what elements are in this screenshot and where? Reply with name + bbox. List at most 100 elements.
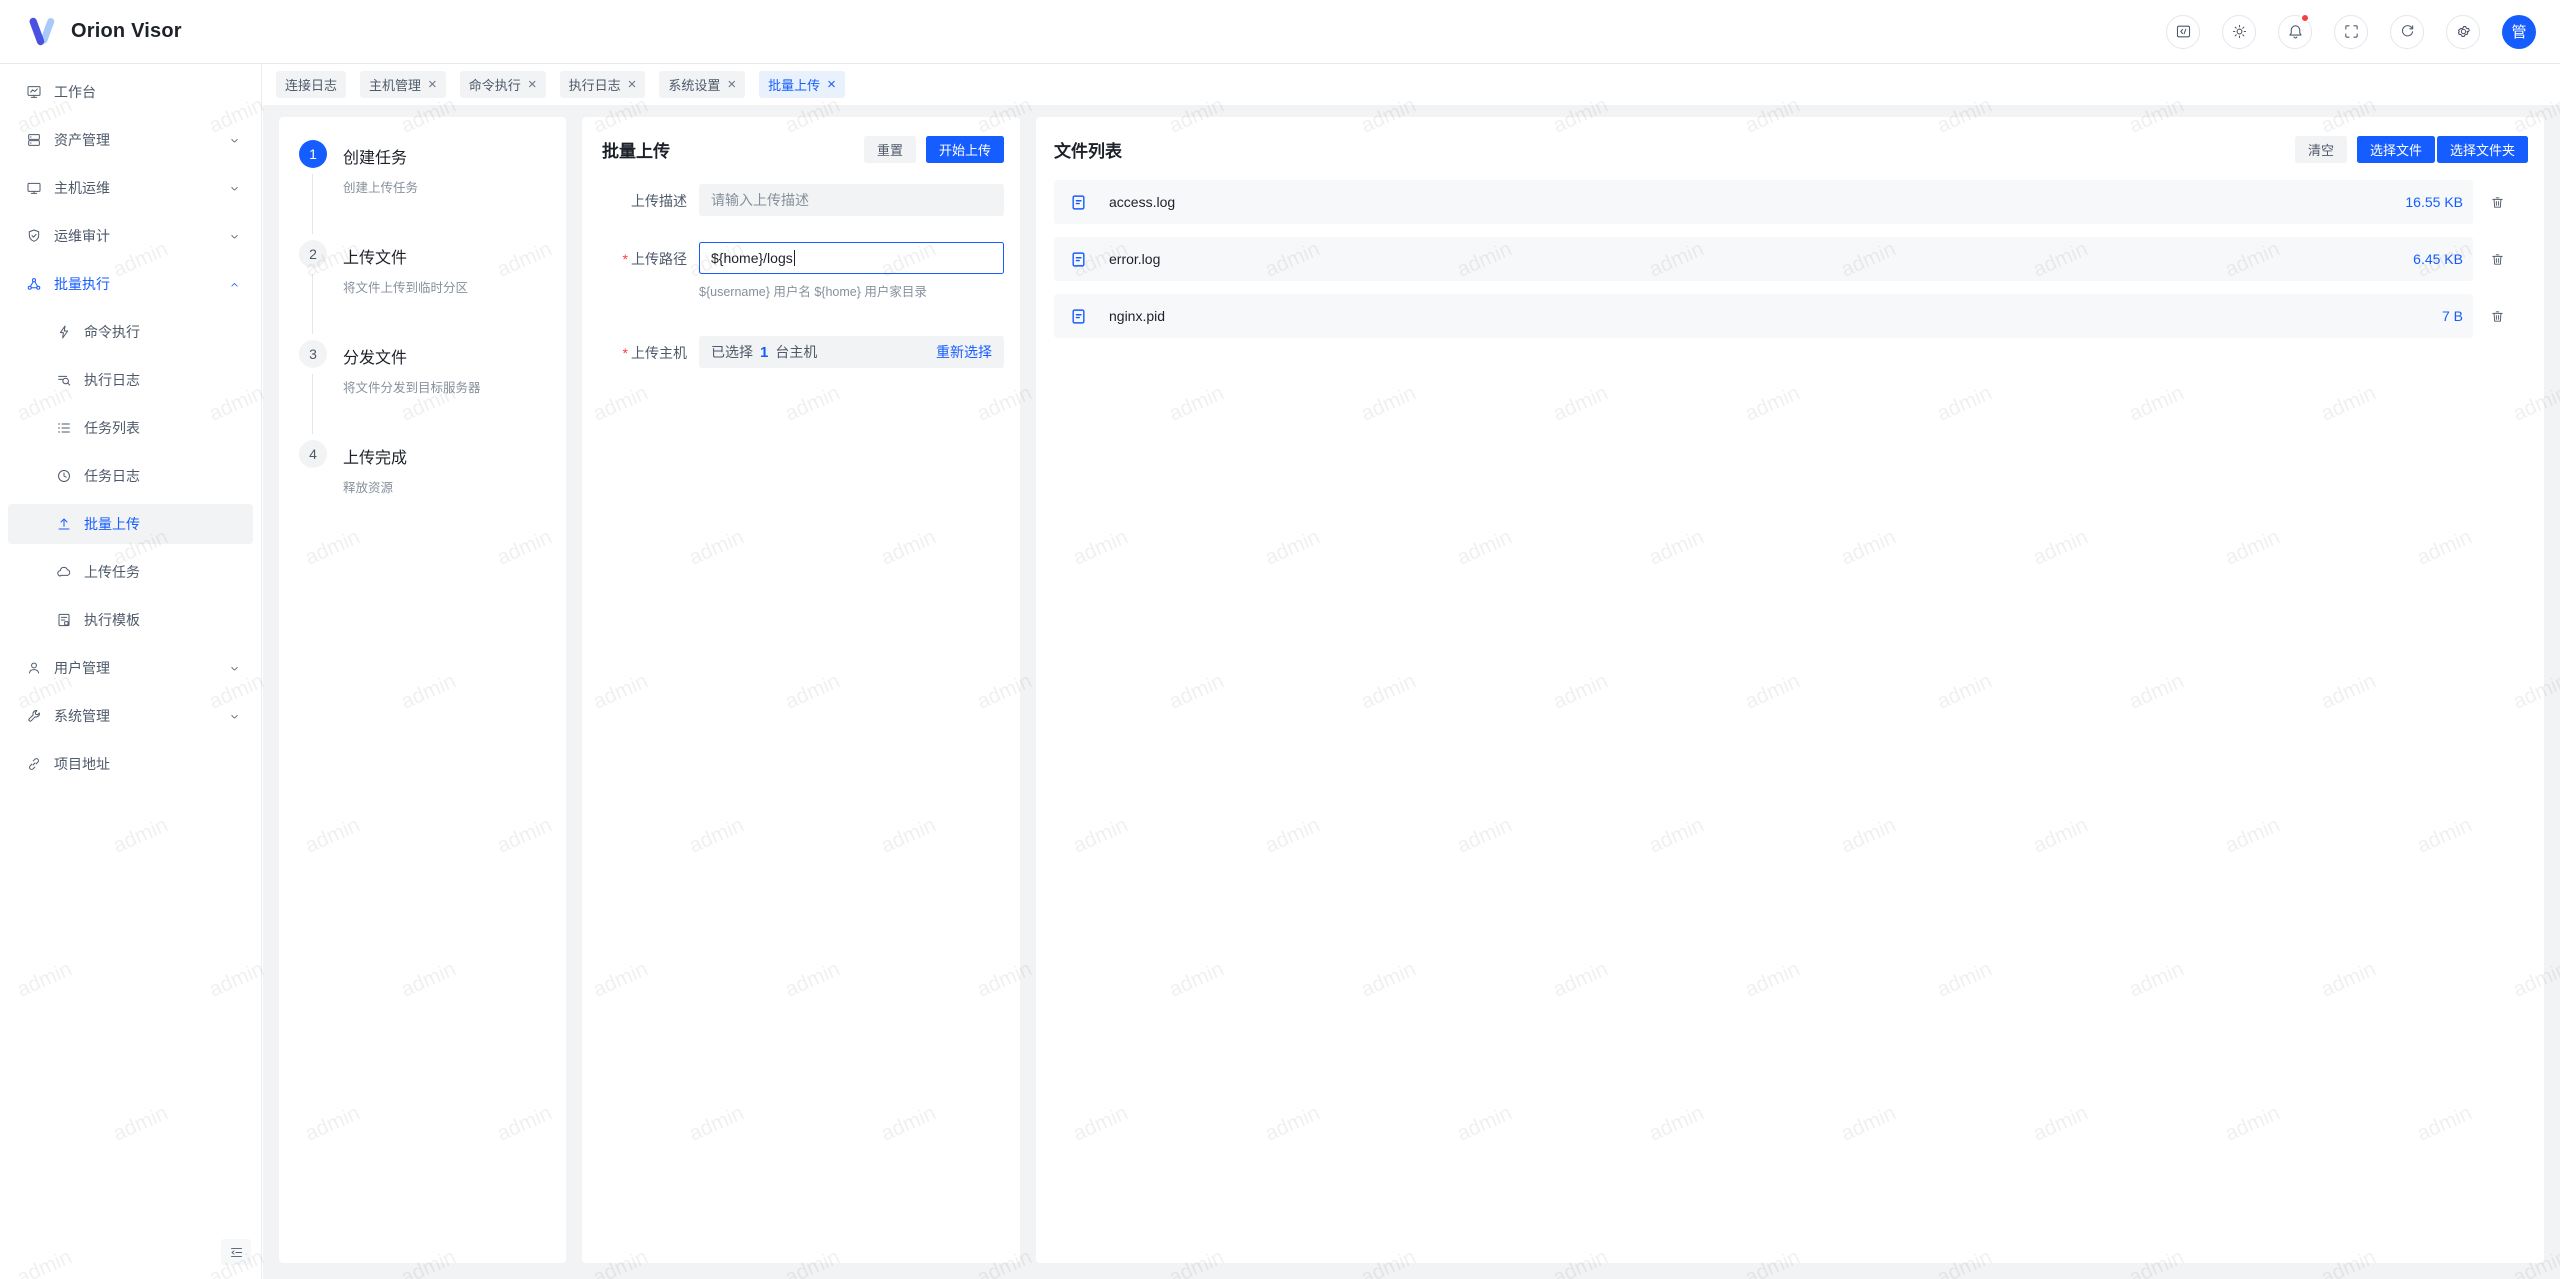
sidebar-item-task-list[interactable]: 任务列表 — [8, 408, 253, 448]
sidebar-item-label: 资产管理 — [54, 130, 228, 150]
tab-exec-log[interactable]: 执行日志 × — [560, 71, 646, 98]
tab-label: 连接日志 — [285, 75, 337, 94]
delete-file-button[interactable] — [2482, 301, 2512, 331]
sidebar-item-label: 命令执行 — [84, 322, 241, 342]
tab-connection-log[interactable]: 连接日志 — [276, 71, 346, 98]
file-icon — [1070, 308, 1087, 325]
project-link-icon — [26, 756, 42, 772]
brand-logo-icon — [24, 14, 60, 50]
step-connector — [312, 374, 313, 434]
start-upload-button[interactable]: 开始上传 — [926, 136, 1004, 163]
sidebar-item-batch-upload[interactable]: 批量上传 — [8, 504, 253, 544]
tab-host-mgmt[interactable]: 主机管理 × — [360, 71, 446, 98]
theme-toggle-button[interactable] — [2222, 15, 2256, 49]
fullscreen-button[interactable] — [2334, 15, 2368, 49]
app-title: Orion Visor — [71, 20, 182, 43]
step-connector — [312, 174, 313, 234]
sidebar-item-label: 项目地址 — [54, 754, 241, 774]
command-exec-lightning-icon — [56, 324, 72, 340]
upload-desc-input[interactable] — [699, 184, 1004, 216]
notification-badge-dot — [2300, 13, 2310, 23]
sidebar-item-batch-exec[interactable]: 批量执行 — [8, 264, 253, 304]
hosts-selected-suffix: 台主机 — [775, 342, 817, 362]
assets-icon — [26, 132, 42, 148]
sidebar-item-label: 执行日志 — [84, 370, 241, 390]
sidebar-item-system-mgmt[interactable]: 系统管理 — [8, 696, 253, 736]
user-avatar[interactable]: 管 — [2502, 15, 2536, 49]
sidebar-item-workbench[interactable]: 工作台 — [8, 72, 253, 112]
selected-hosts-box: 已选择 1 台主机 重新选择 — [699, 336, 1004, 368]
code-window-button[interactable] — [2166, 15, 2200, 49]
tab-close-icon[interactable]: × — [528, 77, 537, 92]
task-log-clock-icon — [56, 468, 72, 484]
tab-close-icon[interactable]: × — [628, 77, 637, 92]
file-icon — [1070, 194, 1087, 211]
trash-icon — [2490, 252, 2505, 267]
chevron-up-icon — [228, 278, 241, 291]
sidebar-collapse-button[interactable] — [221, 1239, 251, 1265]
panel-title: 批量上传 — [602, 137, 670, 162]
sidebar-item-ops-audit[interactable]: 运维审计 — [8, 216, 253, 256]
required-mark: * — [623, 345, 628, 361]
text-caret — [794, 250, 796, 266]
step-upload-complete: 4 上传完成 释放资源 — [299, 440, 546, 496]
delete-file-button[interactable] — [2482, 187, 2512, 217]
upload-path-label: *上传路径 — [602, 242, 687, 300]
settings-button[interactable] — [2446, 15, 2480, 49]
sidebar-item-exec-log[interactable]: 执行日志 — [8, 360, 253, 400]
upload-task-cloud-icon — [56, 564, 72, 580]
select-folder-button[interactable]: 选择文件夹 — [2437, 136, 2528, 163]
tab-batch-upload[interactable]: 批量上传 × — [759, 71, 845, 98]
file-size: 16.55 KB — [2405, 194, 2463, 210]
tab-command-exec[interactable]: 命令执行 × — [460, 71, 546, 98]
tab-close-icon[interactable]: × — [827, 77, 836, 92]
upload-desc-label: 上传描述 — [602, 184, 687, 216]
sidebar-item-label: 用户管理 — [54, 658, 228, 678]
sidebar-item-exec-template[interactable]: 执行模板 — [8, 600, 253, 640]
file-name: error.log — [1109, 251, 1160, 267]
upload-desc-row: 上传描述 — [602, 184, 1004, 216]
sidebar-item-project-link[interactable]: 项目地址 — [8, 744, 253, 784]
trash-icon — [2490, 195, 2505, 210]
upload-path-help: ${username} 用户名 ${home} 用户家目录 — [699, 281, 1004, 300]
main-content: 1 创建任务 创建上传任务 2 上传文件 将文件上传到临时分区 3 分发文件 将… — [263, 105, 2560, 1279]
tab-system-settings[interactable]: 系统设置 × — [659, 71, 745, 98]
step-number: 2 — [299, 240, 327, 268]
sidebar-item-label: 工作台 — [54, 82, 241, 102]
sidebar-item-command-exec[interactable]: 命令执行 — [8, 312, 253, 352]
reselect-hosts-link[interactable]: 重新选择 — [936, 342, 992, 362]
step-upload-files: 2 上传文件 将文件上传到临时分区 — [299, 240, 546, 340]
file-row-body: error.log 6.45 KB — [1054, 237, 2473, 281]
chevron-down-icon — [228, 134, 241, 147]
notifications-button[interactable] — [2278, 15, 2312, 49]
step-distribute-files: 3 分发文件 将文件分发到目标服务器 — [299, 340, 546, 440]
step-number: 1 — [299, 140, 327, 168]
sidebar-item-label: 批量执行 — [54, 274, 228, 294]
delete-file-button[interactable] — [2482, 244, 2512, 274]
sidebar-item-label: 任务列表 — [84, 418, 241, 438]
file-name: nginx.pid — [1109, 308, 1165, 324]
clear-files-button[interactable]: 清空 — [2295, 136, 2347, 163]
step-description: 创建上传任务 — [343, 177, 418, 196]
chevron-down-icon — [228, 230, 241, 243]
refresh-icon — [2399, 23, 2416, 40]
step-title: 分发文件 — [343, 344, 481, 368]
hosts-selected-count: 1 — [760, 344, 768, 361]
sidebar-item-upload-task[interactable]: 上传任务 — [8, 552, 253, 592]
sidebar-item-host-ops[interactable]: 主机运维 — [8, 168, 253, 208]
refresh-button[interactable] — [2390, 15, 2424, 49]
tab-close-icon[interactable]: × — [428, 77, 437, 92]
tab-label: 批量上传 — [768, 75, 820, 94]
sidebar-item-label: 主机运维 — [54, 178, 228, 198]
system-mgmt-wrench-icon — [26, 708, 42, 724]
tab-close-icon[interactable]: × — [727, 77, 736, 92]
sidebar-item-assets[interactable]: 资产管理 — [8, 120, 253, 160]
select-files-button[interactable]: 选择文件 — [2357, 136, 2435, 163]
sidebar-item-task-log[interactable]: 任务日志 — [8, 456, 253, 496]
upload-path-input[interactable]: ${home}/logs — [699, 242, 1004, 274]
upload-steps-panel: 1 创建任务 创建上传任务 2 上传文件 将文件上传到临时分区 3 分发文件 将… — [279, 117, 566, 1263]
file-list-panel: 文件列表 清空 选择文件 选择文件夹 access.log 16.55 KB — [1036, 117, 2544, 1263]
batch-exec-icon — [26, 276, 42, 292]
sidebar-item-user-mgmt[interactable]: 用户管理 — [8, 648, 253, 688]
reset-button[interactable]: 重置 — [864, 136, 916, 163]
